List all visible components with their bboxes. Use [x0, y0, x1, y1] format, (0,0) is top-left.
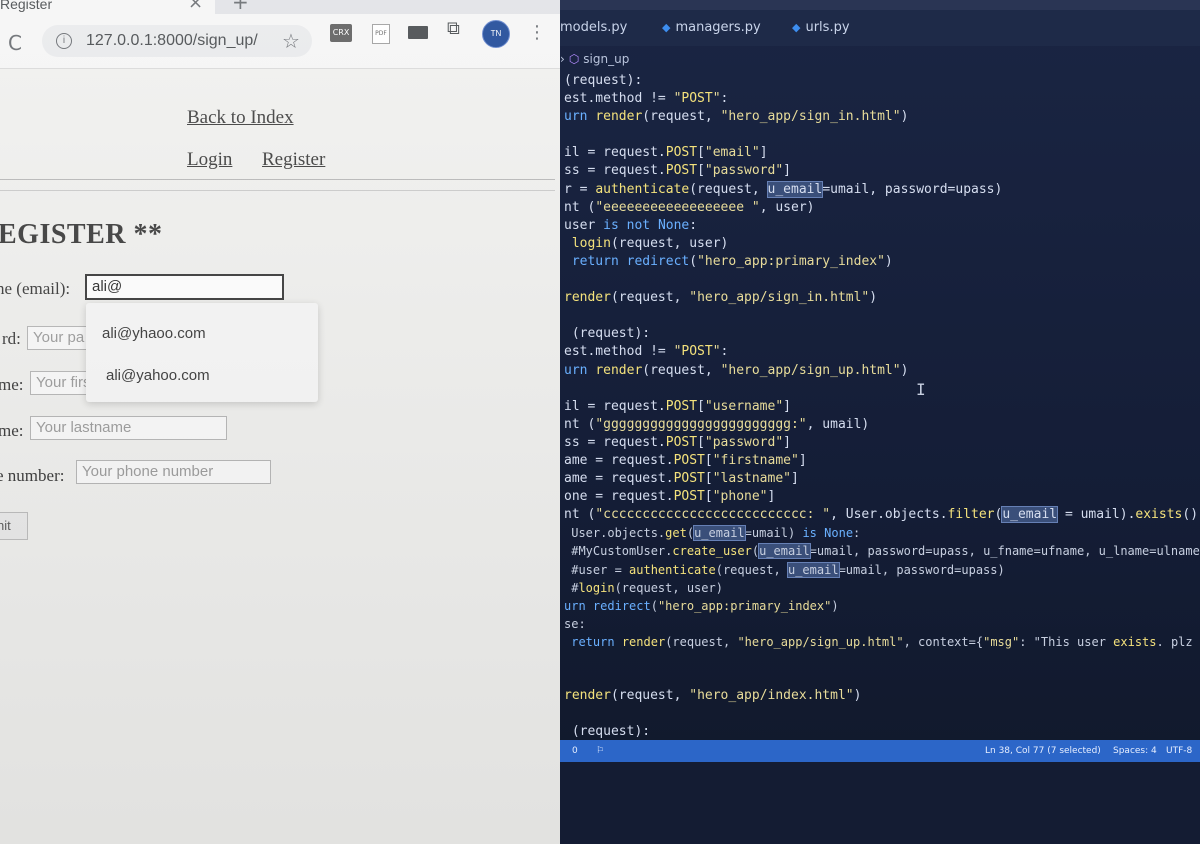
bell-icon[interactable]: ⚐	[596, 746, 604, 756]
code-line[interactable]: #login(request, user)	[564, 579, 1200, 597]
editor-menubar	[560, 0, 1200, 10]
browser-window: Register × + C i 127.0.0.1:8000/sign_up/…	[0, 0, 560, 844]
breadcrumb[interactable]: › ⬡ sign_up	[560, 52, 629, 66]
status-left[interactable]: 0	[572, 746, 578, 756]
lastname-label: me:	[0, 421, 24, 440]
tab-label: urls.py	[805, 20, 850, 35]
lastname-field[interactable]: Your lastname	[30, 416, 227, 440]
code-line[interactable]: render(request, "hero_app/sign_in.html")	[564, 289, 1200, 307]
bookmark-star-icon[interactable]: ☆	[282, 29, 300, 53]
code-line[interactable]: urn render(request, "hero_app/sign_in.ht…	[564, 108, 1200, 126]
divider	[0, 179, 555, 180]
breadcrumb-label: sign_up	[583, 52, 630, 66]
monitor-extension-icon[interactable]	[408, 26, 428, 39]
code-line[interactable]: se:	[564, 615, 1200, 633]
autocomplete-dropdown: ali@yhaoo.com ali@yahoo.com	[86, 303, 318, 402]
divider	[0, 190, 555, 191]
password-label: rd:	[2, 329, 21, 348]
code-line[interactable]: nt ("cccccccccccccccccccccccccc: ", User…	[564, 506, 1200, 524]
code-editor: models.py ◆ managers.py ◆ urls.py › ⬡ sign_u…	[560, 0, 1200, 844]
autocomplete-option[interactable]: ali@yhaoo.com	[102, 325, 206, 342]
code-line[interactable]: il = request.POST["email"]	[564, 144, 1200, 162]
code-line[interactable]: nt ("gggggggggggggggggggggggg:", umail)	[564, 416, 1200, 434]
page-title: EGISTER **	[0, 219, 163, 250]
code-line[interactable]: urn render(request, "hero_app/sign_up.ht…	[564, 362, 1200, 380]
page-content: Back to Index Login Register EGISTER ** …	[0, 69, 560, 844]
url-text[interactable]: 127.0.0.1:8000/sign_up/	[86, 32, 258, 50]
code-line[interactable]: render(request, "hero_app/index.html")	[564, 687, 1200, 705]
python-file-icon: ◆	[792, 21, 801, 34]
editor-tabs: models.py ◆ managers.py ◆ urls.py	[560, 10, 1200, 46]
code-line[interactable]: r = authenticate(request, u_email=umail,…	[564, 180, 1200, 199]
email-field[interactable]: ali@	[85, 274, 284, 300]
editor-bottom	[560, 762, 1200, 844]
close-tab-icon[interactable]: ×	[188, 0, 203, 13]
code-line[interactable]: return render(request, "hero_app/sign_up…	[564, 633, 1200, 651]
code-line[interactable]: user is not None:	[564, 217, 1200, 235]
python-file-icon: ◆	[662, 21, 671, 34]
code-area[interactable]: (request): est.method != "POST": urn rende…	[564, 72, 1200, 778]
code-line[interactable]: User.objects.get(u_email=umail) is None:	[564, 524, 1200, 542]
code-line[interactable]: (request):	[564, 723, 1200, 741]
status-bar: 0 ⚐ Ln 38, Col 77 (7 selected) Spaces: 4…	[560, 740, 1200, 762]
site-info-icon[interactable]: i	[56, 33, 72, 49]
text-cursor-icon: I	[916, 380, 926, 399]
browser-menu-icon[interactable]: ⋮	[528, 22, 546, 43]
tab-label: managers.py	[675, 20, 761, 35]
cursor-position[interactable]: Ln 38, Col 77 (7 selected)	[985, 746, 1101, 756]
crx-extension-icon[interactable]: CRX	[330, 24, 352, 42]
pdf-extension-icon[interactable]: PDF	[372, 24, 390, 44]
tab-managers-py[interactable]: ◆ managers.py	[662, 20, 761, 35]
address-bar[interactable]: i 127.0.0.1:8000/sign_up/ ☆	[42, 25, 312, 57]
code-line[interactable]: urn redirect("hero_app:primary_index")	[564, 597, 1200, 615]
code-line[interactable]: est.method != "POST":	[564, 90, 1200, 108]
code-line[interactable]: nt ("eeeeeeeeeeeeeeeeee ", user)	[564, 199, 1200, 217]
encoding[interactable]: UTF-8	[1166, 746, 1192, 756]
code-line[interactable]	[564, 380, 1200, 398]
code-line[interactable]: (request):	[564, 72, 1200, 90]
code-line[interactable]: #user = authenticate(request, u_email=um…	[564, 561, 1200, 579]
code-line[interactable]: est.method != "POST":	[564, 343, 1200, 361]
code-line[interactable]: return redirect("hero_app:primary_index"…	[564, 253, 1200, 271]
phone-label: e number:	[0, 466, 65, 485]
code-line[interactable]	[564, 271, 1200, 289]
back-to-index-link[interactable]: Back to Index	[187, 107, 294, 129]
submit-button[interactable]: nit	[0, 512, 28, 540]
indent-setting[interactable]: Spaces: 4	[1113, 746, 1157, 756]
profile-avatar[interactable]: TN	[482, 20, 510, 48]
code-line[interactable]: ss = request.POST["password"]	[564, 434, 1200, 452]
reload-icon[interactable]: C	[8, 31, 22, 55]
code-line[interactable]: il = request.POST["username"]	[564, 398, 1200, 416]
tab-label: models.py	[560, 20, 628, 35]
chevron-right-icon: ›	[560, 52, 565, 66]
code-line[interactable]: login(request, user)	[564, 235, 1200, 253]
tab-urls-py[interactable]: ◆ urls.py	[792, 20, 850, 35]
tab-title: Register	[0, 0, 53, 12]
tab-models-py[interactable]: models.py	[560, 20, 627, 35]
code-line[interactable]: ame = request.POST["lastname"]	[564, 470, 1200, 488]
code-line[interactable]	[564, 126, 1200, 144]
code-line[interactable]: ss = request.POST["password"]	[564, 162, 1200, 180]
code-line[interactable]	[564, 307, 1200, 325]
email-label: ne (email):	[0, 279, 71, 298]
login-link[interactable]: Login	[187, 149, 232, 171]
browser-toolbar: C i 127.0.0.1:8000/sign_up/ ☆	[0, 14, 560, 69]
code-line[interactable]: #MyCustomUser.create_user(u_email=umail,…	[564, 542, 1200, 560]
extensions-puzzle-icon[interactable]: ⧉	[447, 20, 460, 38]
code-line[interactable]	[564, 705, 1200, 723]
autocomplete-option[interactable]: ali@yahoo.com	[106, 367, 210, 384]
code-line[interactable]: ame = request.POST["firstname"]	[564, 452, 1200, 470]
register-link[interactable]: Register	[262, 149, 325, 171]
code-line[interactable]: one = request.POST["phone"]	[564, 488, 1200, 506]
new-tab-button[interactable]: +	[232, 0, 249, 14]
code-line[interactable]	[564, 651, 1200, 669]
firstname-label: me:	[0, 375, 24, 394]
phone-field[interactable]: Your phone number	[76, 460, 271, 484]
code-line[interactable]	[564, 669, 1200, 687]
tab-strip: Register × +	[0, 0, 560, 14]
code-line[interactable]: (request):	[564, 325, 1200, 343]
function-cube-icon: ⬡	[568, 52, 580, 66]
